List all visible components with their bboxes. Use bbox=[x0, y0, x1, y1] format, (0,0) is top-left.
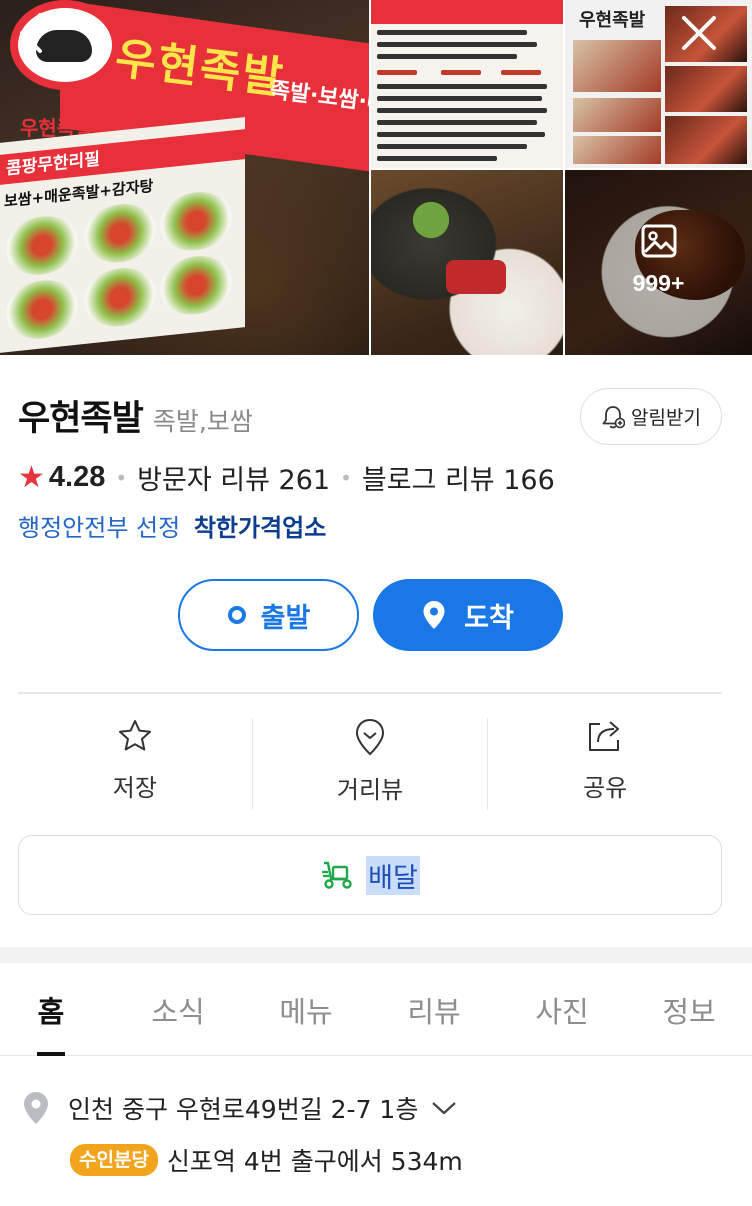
origin-dot-icon bbox=[227, 606, 246, 624]
delivery-label: 배달 bbox=[366, 855, 420, 895]
good-price-badge: 착한가격업소 bbox=[193, 514, 327, 542]
tab-info[interactable]: 정보 bbox=[639, 989, 739, 1031]
place-title-row: 우현족발 족발,보쌈 bbox=[18, 390, 253, 441]
separator-dot: • bbox=[340, 465, 352, 490]
location-pin-icon bbox=[423, 601, 445, 629]
action-bar: 저장 거리뷰 공유 bbox=[18, 718, 722, 810]
tv-thumbnail bbox=[665, 66, 747, 112]
route-buttons: 출발 도착 bbox=[178, 579, 563, 651]
good-price-store-row: 행정안전부 선정 착한가격업소 bbox=[18, 508, 326, 543]
chevron-down-icon[interactable] bbox=[430, 1099, 458, 1117]
place-category: 족발,보쌈 bbox=[152, 407, 253, 436]
share-label: 공유 bbox=[583, 774, 628, 802]
menu-line bbox=[377, 54, 517, 59]
delivery-button[interactable]: 배달 bbox=[18, 835, 722, 915]
star-icon: ★ bbox=[18, 460, 45, 495]
bell-plus-icon bbox=[602, 405, 626, 428]
tab-photos[interactable]: 사진 bbox=[512, 989, 612, 1031]
chevron-left-icon bbox=[20, 13, 42, 53]
menu-line bbox=[377, 70, 417, 75]
blog-review-link[interactable]: 블로그 리뷰 166 bbox=[362, 458, 555, 497]
star-outline-icon bbox=[118, 720, 151, 751]
food-greens bbox=[391, 200, 471, 240]
share-icon bbox=[589, 721, 620, 751]
menu-line bbox=[377, 120, 537, 125]
menu-line bbox=[377, 30, 527, 35]
photo-food-table[interactable] bbox=[371, 170, 563, 355]
menu-line bbox=[377, 144, 527, 149]
streetview-button[interactable]: 거리뷰 bbox=[253, 718, 487, 810]
image-gallery-icon bbox=[641, 224, 677, 258]
notify-button-label: 알림받기 bbox=[631, 407, 701, 429]
address-row[interactable]: 인천 중구 우현로49번길 2-7 1층 bbox=[22, 1090, 458, 1126]
tv-photo-title: 우현족발 bbox=[579, 10, 646, 31]
streetview-pin-icon bbox=[355, 718, 385, 756]
tab-reviews[interactable]: 리뷰 bbox=[384, 989, 484, 1031]
dish-image bbox=[6, 276, 78, 343]
subway-station-row: 수인분당 신포역 4번 출구에서 534m bbox=[70, 1142, 463, 1178]
dish-image bbox=[84, 264, 156, 331]
share-button[interactable]: 공유 bbox=[488, 718, 722, 810]
photo-gallery[interactable]: 우현족발 족발·보쌈·매운족발 우현족발 콤팡무한리필 보쌈+매운족발+감자탕 bbox=[0, 0, 752, 355]
dish-image bbox=[160, 252, 232, 319]
photo-menu[interactable] bbox=[371, 0, 563, 168]
tab-bar: 홈 소식 메뉴 리뷰 사진 정보 bbox=[0, 963, 752, 1056]
arrive-button[interactable]: 도착 bbox=[373, 579, 563, 651]
save-button[interactable]: 저장 bbox=[18, 718, 252, 810]
section-divider bbox=[18, 692, 722, 694]
tab-menu[interactable]: 메뉴 bbox=[256, 989, 356, 1031]
photo-count: 999+ bbox=[632, 270, 685, 296]
photo-dim-overlay bbox=[565, 170, 752, 355]
station-distance-text: 신포역 4번 출구에서 534m bbox=[166, 1147, 463, 1176]
rating-score: 4.28 bbox=[48, 461, 106, 493]
visitor-review-link[interactable]: 방문자 리뷰 261 bbox=[137, 458, 330, 497]
tab-home[interactable]: 홈 bbox=[1, 989, 101, 1031]
menu-line bbox=[377, 84, 547, 89]
tab-news[interactable]: 소식 bbox=[128, 989, 228, 1031]
save-label: 저장 bbox=[112, 774, 157, 802]
dish-image bbox=[84, 200, 156, 267]
depart-button-label: 출발 bbox=[260, 602, 311, 634]
notify-button[interactable]: 알림받기 bbox=[580, 388, 722, 445]
subway-line-badge: 수인분당 bbox=[70, 1144, 158, 1176]
food-sauce bbox=[446, 260, 506, 294]
tv-thumbnail bbox=[573, 40, 661, 92]
store-menu-board: 콤팡무한리필 보쌈+매운족발+감자탕 bbox=[0, 117, 245, 353]
back-button[interactable] bbox=[6, 8, 56, 58]
photo-more[interactable]: 999+ bbox=[565, 170, 752, 355]
close-button[interactable] bbox=[674, 8, 724, 58]
section-gap bbox=[0, 947, 752, 963]
menu-line bbox=[441, 70, 481, 75]
menu-header-bar bbox=[371, 0, 563, 24]
menu-line bbox=[377, 42, 537, 47]
rating-row: ★ 4.28 • 방문자 리뷰 261 • 블로그 리뷰 166 bbox=[18, 458, 555, 497]
depart-button[interactable]: 출발 bbox=[178, 579, 359, 651]
tv-thumbnail bbox=[573, 98, 661, 132]
close-icon bbox=[682, 16, 716, 50]
arrive-button-label: 도착 bbox=[464, 602, 514, 634]
menu-line bbox=[377, 132, 545, 137]
menu-line bbox=[377, 156, 497, 161]
separator-dot: • bbox=[115, 465, 128, 490]
menu-line bbox=[377, 96, 542, 101]
menu-line bbox=[377, 108, 547, 113]
place-name: 우현족발 bbox=[18, 399, 144, 439]
tv-thumbnail bbox=[665, 116, 747, 164]
dish-image bbox=[160, 188, 232, 255]
active-tab-indicator bbox=[37, 1052, 65, 1056]
location-pin-icon bbox=[24, 1092, 48, 1124]
dish-image bbox=[6, 212, 78, 279]
address-text: 인천 중구 우현로49번길 2-7 1층 bbox=[68, 1095, 419, 1124]
delivery-scooter-icon bbox=[322, 861, 352, 889]
tv-thumbnail bbox=[573, 136, 661, 164]
menu-line bbox=[501, 70, 541, 75]
gov-selection-label: 행정안전부 선정 bbox=[18, 514, 181, 542]
streetview-label: 거리뷰 bbox=[336, 776, 404, 804]
